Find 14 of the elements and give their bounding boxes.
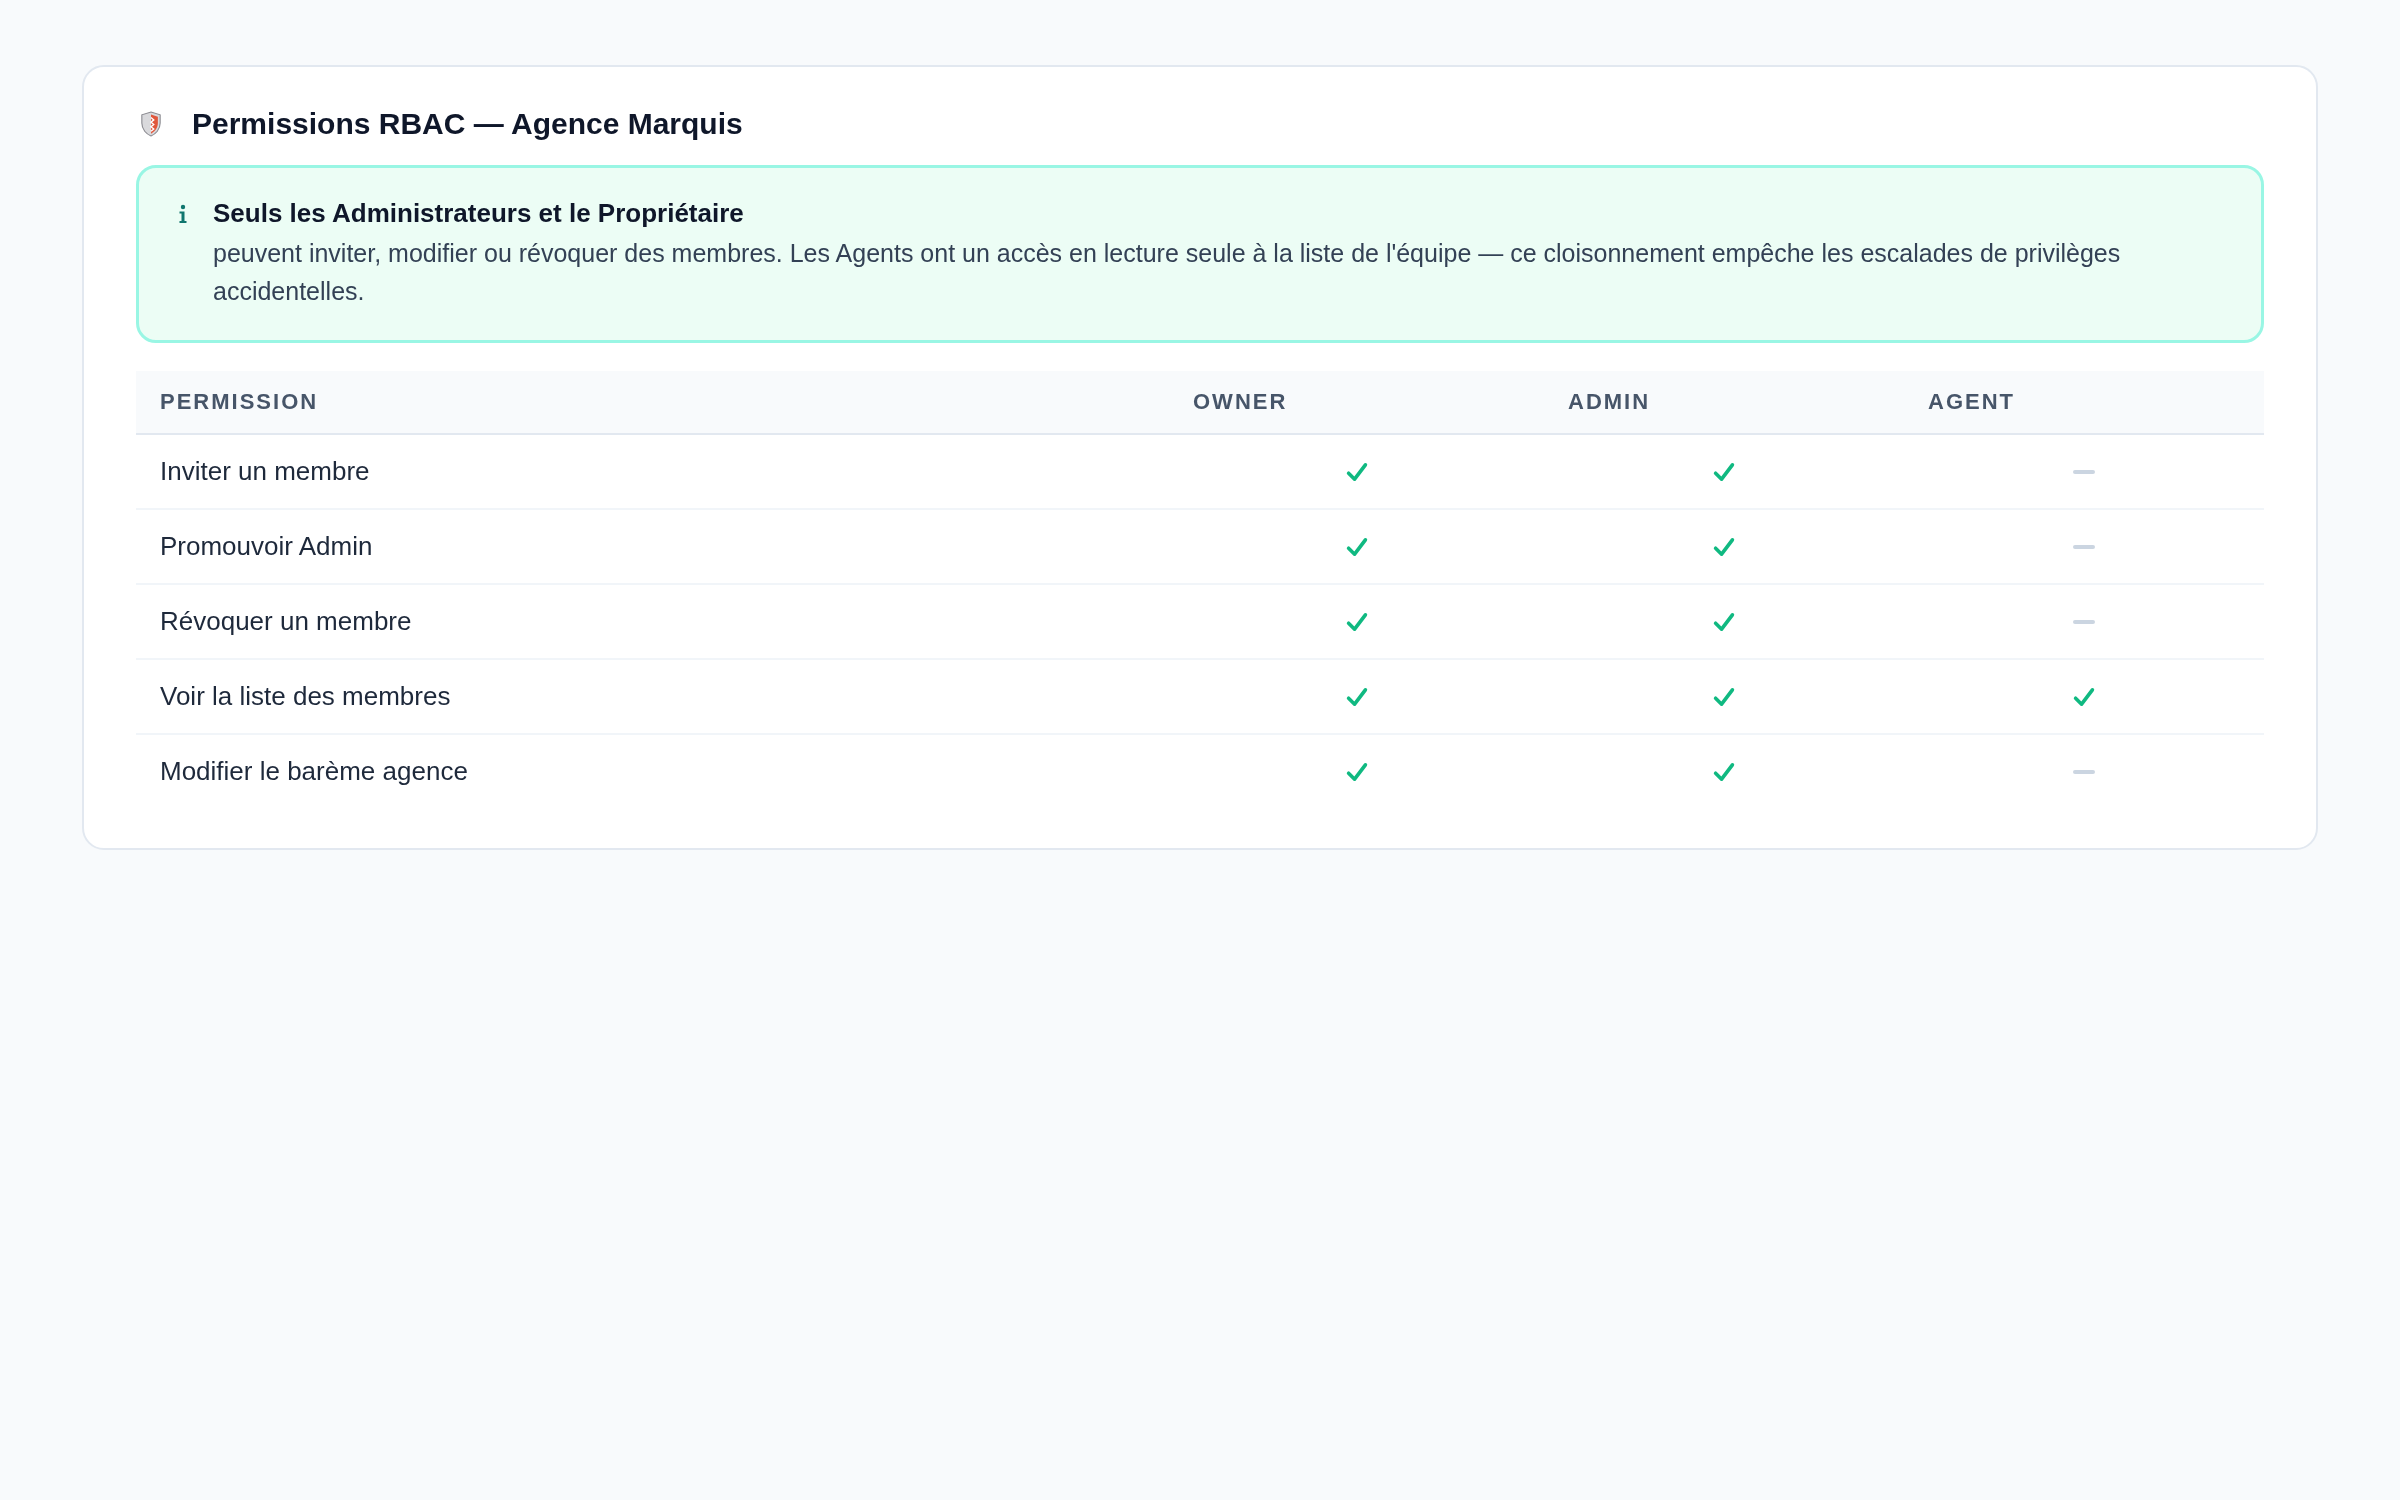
permission-name: Voir la liste des membres <box>159 681 452 712</box>
card-title: Permissions RBAC — Agence Marquis <box>192 107 743 141</box>
permission-name: Inviter un membre <box>159 456 371 487</box>
notice-text: peuvent inviter, modifier ou révoquer des membres. Les Agents ont un accès en lecture seule à la liste de l'équipe — ce cloisonnement empêche les escalades de privilèges accidentelles. <box>213 238 2122 307</box>
permission-name: Révoquer un membre <box>159 606 413 637</box>
notice-heading: Seuls les Administrateurs et le Propriétaire <box>213 197 745 230</box>
column-header: OWNER <box>1192 389 1289 415</box>
column-header: AGENT <box>1927 389 2016 415</box>
permission-name: Promouvoir Admin <box>159 531 374 562</box>
info-icon <box>177 204 189 224</box>
shield-icon <box>140 110 162 138</box>
column-header: PERMISSION <box>159 389 320 415</box>
permission-name: Modifier le barème agence <box>159 756 469 787</box>
column-header: ADMIN <box>1567 389 1652 415</box>
